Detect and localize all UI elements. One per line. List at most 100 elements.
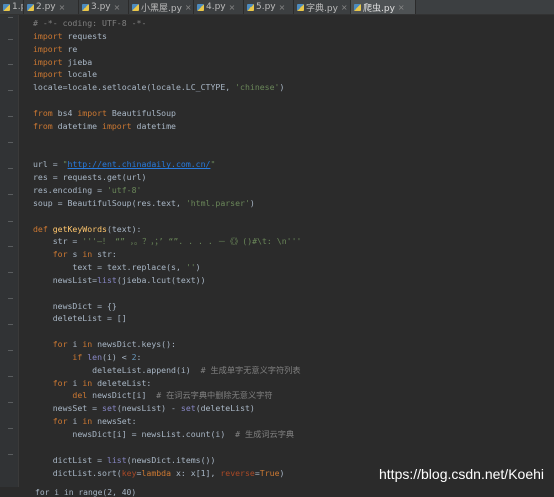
line-gutter[interactable] [0, 15, 19, 490]
code-token: dictList = [33, 454, 107, 465]
tab-5[interactable]: 5.py × [244, 0, 294, 14]
code-token: i [67, 416, 83, 427]
code-line: res = requests.get(url) [33, 171, 554, 184]
code-token: str = [33, 236, 83, 247]
code-token: datetime [52, 120, 103, 131]
python-file-icon [247, 3, 254, 11]
code-token: newsDict[i] [87, 390, 157, 401]
close-icon[interactable]: × [229, 3, 236, 12]
code-token: deleteList = [] [33, 313, 127, 324]
close-icon[interactable]: × [185, 3, 192, 12]
tab-2[interactable]: 3.py × [79, 0, 129, 14]
fold-marker[interactable] [8, 376, 13, 377]
code-token: # 在词云字典中删除无意义字符 [156, 390, 273, 401]
fold-marker[interactable] [8, 454, 13, 455]
fold-marker[interactable] [8, 246, 13, 247]
code-token: def [33, 223, 53, 234]
tab-4[interactable]: 4.py × [194, 0, 244, 14]
code-line: newsSet = set(newsList) - set(deleteList… [33, 402, 554, 415]
code-token: for [33, 377, 68, 388]
code-token: '' [185, 262, 196, 273]
code-token: text = text.replace(s, [33, 262, 186, 273]
code-token: (jieba.lcut(text)) [116, 274, 206, 285]
code-token: set [102, 403, 117, 414]
tab-label: 5.py [256, 2, 276, 12]
code-token: x: x[1], [171, 467, 221, 478]
code-line: for i in deleteList: [33, 377, 554, 390]
code-token: # 生成单字无意义字符列表 [200, 364, 301, 375]
code-token: import [102, 120, 132, 131]
fold-marker[interactable] [8, 116, 13, 117]
code-editor[interactable]: # -*- coding: UTF-8 -*- import requests im… [33, 17, 554, 479]
code-token: (newsDict.items()) [126, 454, 216, 465]
code-line: if len(i) < 2: [33, 351, 554, 364]
code-line: from bs4 import BeautifulSoup [33, 107, 554, 120]
code-token: if [33, 351, 88, 362]
close-icon[interactable]: × [341, 3, 348, 12]
code-token: res = requests.get(url) [33, 172, 147, 183]
code-token: i [67, 377, 83, 388]
code-token: (i) < [102, 351, 132, 362]
code-token: '''—！ “” ，。？，；’ “”. . . . －《》()#\t: \n''… [82, 236, 302, 247]
tab-label: 字典.py [306, 3, 338, 14]
code-token: (deleteList) [195, 403, 255, 414]
fold-marker[interactable] [8, 17, 13, 18]
code-token: newsList= [33, 274, 98, 285]
code-token: str: [92, 249, 117, 260]
tab-0[interactable]: 1.py× [0, 0, 24, 14]
fold-marker[interactable] [8, 428, 13, 429]
code-line: dictList = list(newsDict.items()) [33, 454, 554, 467]
fold-marker[interactable] [8, 350, 13, 351]
fold-marker[interactable] [8, 298, 13, 299]
fold-marker[interactable] [8, 90, 13, 91]
watermark: https://blog.csdn.net/Koehi [379, 466, 544, 482]
fold-marker[interactable] [8, 39, 13, 40]
close-icon[interactable]: × [279, 3, 286, 12]
code-token: import [33, 56, 63, 67]
code-line: for i in newsSet: [33, 415, 554, 428]
fold-marker[interactable] [8, 194, 13, 195]
code-token: BeautifulSoup [106, 107, 176, 118]
tab-label: 1.py [12, 2, 23, 12]
code-token: for [33, 339, 68, 350]
code-token: in [82, 339, 93, 350]
code-token: import [77, 107, 107, 118]
fold-marker[interactable] [8, 142, 13, 143]
python-file-icon [27, 3, 34, 11]
code-line: import locale [33, 68, 554, 81]
code-line: res.encoding = 'utf-8' [33, 184, 554, 197]
code-token: del [33, 390, 88, 401]
close-icon[interactable]: × [114, 3, 121, 12]
tab-7[interactable]: 爬虫.py × [351, 0, 416, 14]
close-icon[interactable]: × [398, 3, 405, 12]
tab-3[interactable]: 小黑屋.py × [129, 0, 194, 14]
fold-marker[interactable] [8, 221, 13, 222]
code-token: " [210, 159, 216, 170]
tab-1[interactable]: 2.py × [24, 0, 79, 14]
code-token: res.encoding = [33, 184, 107, 195]
close-icon[interactable]: × [59, 3, 66, 12]
fold-marker[interactable] [8, 64, 13, 65]
fold-marker[interactable] [8, 402, 13, 403]
code-token: re [62, 43, 78, 54]
fold-marker[interactable] [8, 324, 13, 325]
code-token: ) [279, 467, 285, 478]
code-line: for s in str: [33, 248, 554, 261]
code-token: in [82, 249, 93, 260]
code-line: from datetime import datetime [33, 120, 554, 133]
code-token: deleteList: [92, 377, 152, 388]
code-token: from [33, 120, 53, 131]
code-token: jieba [62, 56, 93, 67]
code-token: ) [195, 262, 201, 273]
tab-6[interactable]: 字典.py × [294, 0, 351, 14]
code-token: deleteList.append(i) [33, 364, 201, 375]
code-token: True [259, 467, 280, 478]
code-token: reverse [220, 467, 255, 478]
fold-marker[interactable] [8, 272, 13, 273]
code-token: newsDict.keys(): [92, 339, 176, 350]
fold-marker[interactable] [8, 168, 13, 169]
